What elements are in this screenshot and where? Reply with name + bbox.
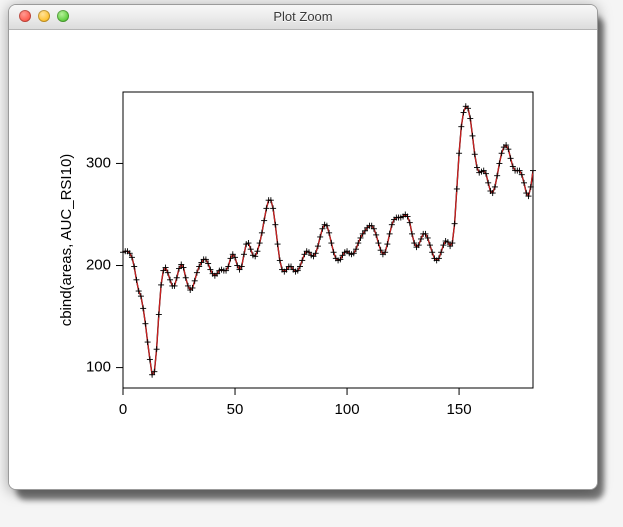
data-point	[154, 346, 160, 352]
data-point	[389, 222, 395, 228]
data-point	[192, 278, 198, 284]
y-axis-label: cbind(areas, AUC_RSI10)	[58, 154, 75, 327]
data-point	[275, 241, 281, 247]
data-point	[530, 168, 536, 174]
data-point	[496, 160, 502, 166]
y-tick-label: 100	[86, 359, 111, 376]
data-point	[418, 236, 424, 242]
data-point	[248, 246, 254, 252]
data-point	[326, 230, 332, 236]
data-point	[470, 133, 476, 139]
titlebar: Plot Zoom	[9, 5, 597, 30]
plot: 0 50 100 150 100 200 300 cbind(areas, AUC_RSI10…	[49, 70, 559, 475]
data-point	[521, 180, 527, 186]
data-point	[485, 180, 491, 186]
data-point	[375, 240, 381, 246]
x-tick-label: 100	[335, 401, 360, 418]
data-point	[429, 249, 435, 255]
data-point	[328, 240, 334, 246]
data-point	[499, 150, 505, 156]
data-point	[147, 356, 153, 362]
data-point	[145, 339, 151, 345]
data-point	[427, 242, 433, 248]
data-point	[384, 241, 390, 247]
series-line-AUC_RSI10	[123, 106, 533, 374]
plot-frame	[123, 92, 533, 388]
data-point	[407, 220, 413, 226]
data-point	[156, 312, 162, 318]
data-point	[299, 257, 305, 263]
data-point	[254, 248, 260, 254]
x-tick-label: 50	[227, 401, 244, 418]
data-point	[467, 116, 473, 122]
data-point	[133, 277, 139, 283]
data-point	[136, 288, 142, 294]
data-point	[131, 264, 137, 270]
plot-window: Plot Zoom 0 50 100 150 100 200 300 cbind(areas,…	[8, 4, 598, 490]
data-point	[456, 150, 462, 156]
data-point	[140, 305, 146, 311]
data-point	[492, 184, 498, 190]
data-point	[261, 218, 267, 224]
window-title: Plot Zoom	[9, 5, 597, 29]
data-point	[438, 249, 444, 255]
data-point	[472, 151, 478, 157]
data-point	[387, 231, 393, 237]
x-tick-label: 0	[119, 401, 127, 418]
data-point	[474, 165, 480, 171]
data-point	[409, 231, 415, 237]
data-point	[270, 205, 276, 211]
data-point	[138, 293, 144, 299]
series-line-areas	[123, 106, 533, 374]
data-point	[508, 155, 514, 161]
data-point	[259, 230, 265, 236]
data-point	[494, 173, 500, 179]
x-tick-label: 150	[447, 401, 472, 418]
data-point	[194, 270, 200, 276]
data-point	[142, 321, 148, 327]
data-point	[452, 221, 458, 227]
plot-content: 0 50 100 150 100 200 300 cbind(areas, AUC_RSI10…	[9, 30, 597, 489]
data-point	[272, 222, 278, 228]
data-point	[317, 234, 323, 240]
data-point	[461, 109, 467, 115]
data-point	[458, 124, 464, 130]
data-point	[355, 240, 361, 246]
data-point	[277, 257, 283, 263]
y-tick-label: 200	[86, 256, 111, 273]
data-point	[454, 186, 460, 192]
y-tick-label: 300	[86, 154, 111, 171]
data-point	[174, 275, 180, 281]
data-point	[257, 240, 263, 246]
data-point	[315, 243, 321, 249]
data-point	[241, 251, 247, 257]
data-point	[167, 277, 173, 283]
data-point	[373, 232, 379, 238]
data-point	[158, 282, 164, 288]
data-point	[331, 249, 337, 255]
data-point	[263, 205, 269, 211]
data-point	[183, 275, 189, 281]
